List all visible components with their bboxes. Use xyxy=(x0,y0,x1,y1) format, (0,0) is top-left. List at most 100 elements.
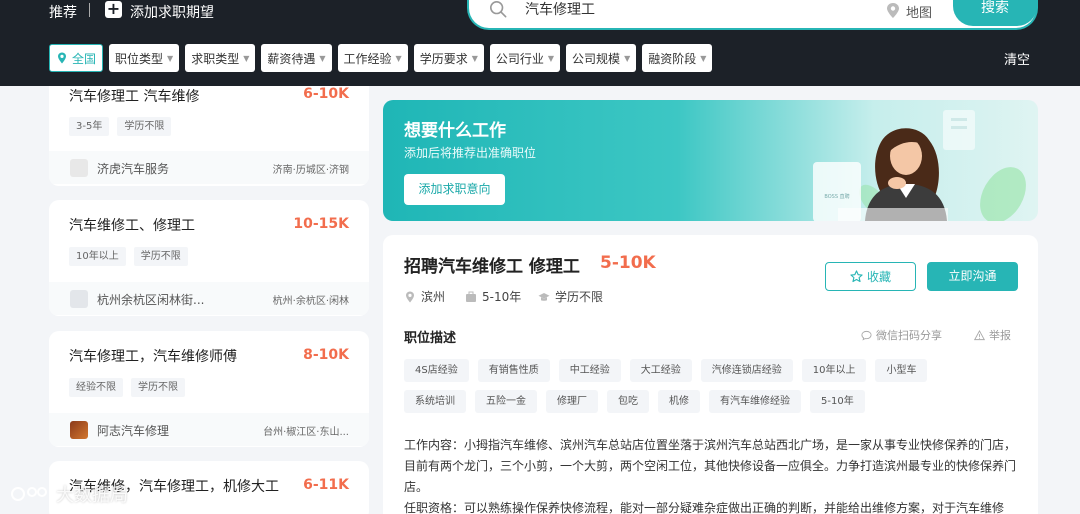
job-salary: 10-15K xyxy=(293,216,349,232)
filter-region[interactable]: 全国 xyxy=(49,44,104,72)
job-card[interactable]: 汽车维修工、修理工 10-15K 10年以上 学历不限 杭州余杭区闲林街... … xyxy=(49,200,369,316)
detail-tag: 五险一金 xyxy=(475,390,537,413)
filter-education[interactable]: 学历要求 ▼ xyxy=(413,44,484,72)
detail-title: 招聘汽车维修工 修理工 xyxy=(404,257,580,277)
detail-experience: 5-10年 xyxy=(465,288,521,305)
map-label[interactable]: 地图 xyxy=(906,2,932,21)
job-tag: 10年以上 xyxy=(69,247,126,266)
description-paragraph: 工作内容：小拇指汽车维修、滨州汽车总站店位置坐落于滨州汽车总站西北广场，是一家从… xyxy=(404,438,1017,494)
caret-down-icon: ▼ xyxy=(243,53,250,63)
warning-icon xyxy=(974,329,985,340)
job-description-text: 工作内容：小拇指汽车维修、滨州汽车总站店位置坐落于滨州汽车总站西北广场，是一家从… xyxy=(404,435,1019,514)
banner-subtitle: 添加后将推荐出准确职位 xyxy=(404,146,537,160)
detail-tag: 10年以上 xyxy=(801,359,867,382)
detail-tag: 包吃 xyxy=(607,390,649,413)
caret-down-icon: ▼ xyxy=(395,53,402,63)
nav-divider xyxy=(89,3,90,17)
company-location: 济南·历城区·济钢 xyxy=(272,165,349,176)
job-tag: 学历不限 xyxy=(133,247,188,266)
filter-industry[interactable]: 公司行业 ▼ xyxy=(489,44,561,72)
detail-tag: 4S店经验 xyxy=(404,359,469,382)
job-tag: 学历不限 xyxy=(117,117,172,136)
nav-recommend[interactable]: 推荐 xyxy=(49,2,77,22)
briefcase-icon xyxy=(466,291,476,302)
favorite-button[interactable]: 收藏 xyxy=(825,262,916,291)
search-input[interactable] xyxy=(525,1,825,17)
report-link[interactable]: 举报 xyxy=(974,327,1011,343)
search-bar: 地图 搜索 xyxy=(467,0,1038,30)
filter-salary[interactable]: 薪资待遇 ▼ xyxy=(261,44,332,72)
location-icon xyxy=(58,52,66,64)
chat-now-button[interactable]: 立即沟通 xyxy=(927,262,1018,291)
caret-down-icon: ▼ xyxy=(319,53,326,63)
filter-bar: 全国 职位类型 ▼ 求职类型 ▼ 薪资待遇 ▼ 工作经验 ▼ 学历要求 ▼ 公司行业 ▼ 公… xyxy=(49,44,713,72)
filter-label: 求职类型 xyxy=(191,51,240,66)
detail-city-label: 滨州 xyxy=(421,290,446,304)
job-detail-panel: 招聘汽车维修工 修理工 5-10K 滨州 5-10年 学历不限 收藏 立即沟通 … xyxy=(383,235,1038,514)
job-salary: 8-10K xyxy=(303,347,349,363)
detail-tag: 机修 xyxy=(658,390,700,413)
detail-tag: 汽修连锁店经验 xyxy=(700,359,793,382)
watermark-text: 大数据局 xyxy=(56,485,128,506)
company-name: 阿志汽车修理 xyxy=(97,424,170,438)
filter-experience[interactable]: 工作经验 ▼ xyxy=(337,44,408,72)
filter-label: 全国 xyxy=(72,51,97,66)
detail-tag: 中工经验 xyxy=(558,359,621,382)
job-card[interactable]: 汽车修理工，汽车维修师傅 8-10K 经验不限 学历不限 阿志汽车修理 台州·椒… xyxy=(49,331,369,447)
map-pin-icon[interactable] xyxy=(885,2,901,20)
filter-position-type[interactable]: 职位类型 ▼ xyxy=(109,44,180,72)
company-location: 台州·椒江区·东山... xyxy=(263,427,349,438)
job-tags: 10年以上 学历不限 xyxy=(69,247,188,266)
filter-label: 学历要求 xyxy=(419,51,468,66)
caret-down-icon: ▼ xyxy=(547,53,555,63)
detail-tags-row: 系统培训 五险一金 修理厂 包吃 机修 有汽车维修经验 5-10年 xyxy=(404,390,1024,413)
clear-filters-button[interactable]: 清空 xyxy=(1004,49,1030,68)
filter-company-size[interactable]: 公司规模 ▼ xyxy=(566,44,637,72)
company-bar[interactable]: 济虎汽车服务 济南·历城区·济钢 xyxy=(49,151,369,184)
filter-job-type[interactable]: 求职类型 ▼ xyxy=(185,44,256,72)
favorite-label: 收藏 xyxy=(866,270,891,284)
detail-tag: 有销售性质 xyxy=(477,359,550,382)
detail-tag: 大工经验 xyxy=(629,359,692,382)
detail-tag: 修理厂 xyxy=(546,390,598,413)
filter-label: 融资阶段 xyxy=(648,51,697,66)
job-salary: 6-10K xyxy=(303,86,349,102)
detail-tag: 系统培训 xyxy=(404,390,466,413)
job-intent-banner: 想要什么工作 添加后将推荐出准确职位 添加求职意向 BOSS 直聘 xyxy=(383,100,1038,221)
star-icon xyxy=(850,270,863,283)
company-name: 济虎汽车服务 xyxy=(97,162,170,176)
job-tags: 3-5年 学历不限 xyxy=(69,117,172,136)
detail-tag: 有汽车维修经验 xyxy=(709,390,801,413)
building-icon xyxy=(70,290,88,308)
detail-city: 滨州 xyxy=(404,288,445,305)
add-job-intent-button[interactable]: 添加求职意向 xyxy=(404,174,505,205)
company-bar[interactable]: 杭州余杭区闲林街... 杭州·余杭区·闲林 xyxy=(49,282,369,315)
company-bar[interactable]: 阿志汽车修理 台州·椒江区·东山... xyxy=(49,413,369,446)
report-label: 举报 xyxy=(989,329,1011,342)
company-name: 杭州余杭区闲林街... xyxy=(97,293,205,307)
plus-icon[interactable]: + xyxy=(105,1,122,18)
job-card[interactable]: 汽车修理工 汽车维修 6-10K 3-5年 学历不限 济虎汽车服务 济南·历城区… xyxy=(49,86,369,186)
company-location: 杭州·余杭区·闲林 xyxy=(272,296,349,307)
caret-down-icon: ▼ xyxy=(471,53,478,63)
caret-down-icon: ▼ xyxy=(624,53,631,63)
share-label: 微信扫码分享 xyxy=(876,329,942,342)
caret-down-icon: ▼ xyxy=(167,53,174,63)
job-tag: 经验不限 xyxy=(69,378,123,397)
search-icon xyxy=(489,0,507,18)
graduation-cap-icon xyxy=(538,292,550,301)
wechat-share[interactable]: 微信扫码分享 xyxy=(861,327,942,343)
job-salary: 6-11K xyxy=(303,477,349,493)
search-button[interactable]: 搜索 xyxy=(953,0,1037,26)
filter-label: 职位类型 xyxy=(115,51,164,66)
watermark-logo-icon xyxy=(11,487,47,501)
top-header: 推荐 + 添加求职期望 地图 搜索 全国 职位类型▼ 求职类型▼ 薪资待遇▼ 工… xyxy=(0,0,1080,86)
caret-down-icon: ▼ xyxy=(700,53,707,63)
job-title: 汽车修理工，汽车维修师傅 xyxy=(69,349,237,365)
filter-label: 薪资待遇 xyxy=(267,51,316,66)
add-expectation-link[interactable]: 添加求职期望 xyxy=(130,2,214,22)
filter-funding[interactable]: 融资阶段 ▼ xyxy=(642,44,713,72)
job-description-heading: 职位描述 xyxy=(404,331,457,346)
banner-sign: BOSS 直聘 xyxy=(824,193,849,200)
requirements-paragraph: 任职资格：可以熟练操作保养快修流程，能对一部分疑难杂症做出正确的判断，并能给出维… xyxy=(404,501,1005,514)
